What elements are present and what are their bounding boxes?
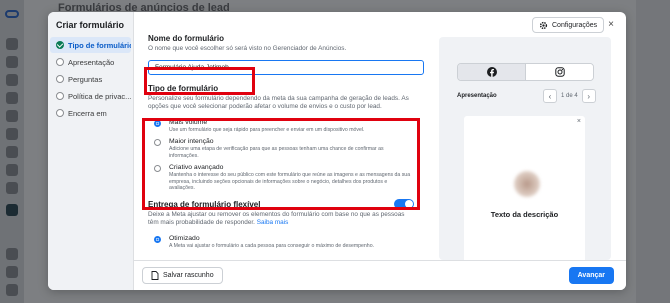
modal-footer: Salvar rascunho Avançar (134, 260, 626, 290)
chart-icon[interactable] (6, 128, 18, 140)
option-rich-creative[interactable]: Criativo avançado Mantenha o interesse d… (148, 164, 414, 191)
form-name-description: O nome que você escolher só será visto n… (148, 45, 347, 52)
empty-circle-icon (56, 92, 64, 100)
option-description: Use um formulário que seja rápido para p… (169, 127, 365, 133)
card-close-icon: × (576, 118, 581, 125)
close-icon[interactable]: × (604, 18, 618, 32)
card-description-text: Texto da descrição (490, 210, 559, 219)
platform-switcher (457, 63, 594, 81)
option-description: A Meta vai ajustar o formulário a cada p… (169, 243, 375, 250)
instagram-icon (554, 67, 565, 77)
preview-area: Apresentação ‹ 1 de 4 › × Texto da descr… (439, 37, 611, 285)
menu-icon[interactable] (6, 204, 18, 216)
grid-icon[interactable] (6, 38, 18, 50)
save-draft-button[interactable]: Salvar rascunho (142, 267, 223, 284)
empty-circle-icon (56, 75, 64, 83)
radio-unselected[interactable] (154, 165, 161, 173)
sidebar-item-label: Encerra em (68, 108, 107, 118)
target-icon[interactable] (6, 110, 18, 122)
settings-button-label: Configurações (552, 21, 598, 29)
meta-logo-icon (5, 10, 19, 18)
preview-section-label: Apresentação (457, 93, 497, 99)
save-draft-label: Salvar rascunho (163, 272, 214, 279)
form-type-description: Personalize seu formulário dependendo da… (148, 95, 409, 110)
empty-circle-icon (56, 109, 64, 117)
option-optimized[interactable]: Otimizado A Meta vai ajustar o formulári… (148, 235, 414, 249)
form-name-title: Nome do formulário (148, 34, 225, 43)
pager-text: 1 de 4 (561, 93, 578, 99)
option-title: Otimizado (169, 235, 200, 243)
profile-image (514, 171, 540, 197)
tab-facebook[interactable] (458, 64, 525, 80)
preview-panel: Configurações × Apresentação ‹ 1 de 4 › … (426, 12, 626, 285)
document-icon (151, 271, 159, 280)
option-title: Mais volume (169, 119, 208, 126)
check-circle-icon (56, 41, 64, 49)
create-form-modal: Criar formulário Tipo de formulário Apre… (48, 12, 626, 290)
radio-unselected[interactable] (154, 139, 161, 147)
chevron-left-icon[interactable]: ‹ (543, 89, 557, 103)
form-type-title: Tipo de formulário (148, 84, 219, 93)
gear-icon (539, 21, 548, 29)
flexible-delivery-toggle[interactable] (394, 199, 414, 210)
sidebar-item-label: Política de privac... (68, 91, 131, 101)
preview-pager: ‹ 1 de 4 › (543, 89, 596, 103)
empty-circle-icon (56, 58, 64, 66)
sidebar-item-ending[interactable]: Encerra em (50, 105, 131, 121)
form-name-input[interactable] (148, 60, 424, 75)
option-more-volume[interactable]: Mais volume Use um formulário que seja r… (148, 119, 414, 133)
sidebar-item-form-type[interactable]: Tipo de formulário (50, 37, 131, 53)
background-right-panel (636, 0, 670, 303)
app-nav-rail (0, 0, 24, 303)
calendar-icon[interactable] (6, 92, 18, 104)
sidebar-item-label: Tipo de formulário (68, 40, 131, 50)
option-title: Maior intenção (169, 138, 214, 146)
option-title: Criativo avançado (169, 164, 224, 172)
sidebar-item-label: Perguntas (68, 74, 103, 84)
bell-icon[interactable] (6, 74, 18, 86)
facebook-icon (486, 67, 497, 77)
megaphone-icon[interactable] (6, 182, 18, 194)
sidebar-item-label: Apresentação (68, 57, 115, 67)
option-higher-intent[interactable]: Maior intenção Adicione uma etapa de ver… (148, 138, 414, 159)
next-button[interactable]: Avançar (568, 267, 614, 284)
radio-selected[interactable] (154, 120, 161, 127)
option-description: Mantenha o interesse do seu público com … (169, 172, 411, 192)
modal-sidebar: Criar formulário Tipo de formulário Apre… (48, 12, 134, 290)
sidebar-item-intro[interactable]: Apresentação (50, 54, 131, 70)
sidebar-title: Criar formulário (56, 20, 125, 30)
tab-instagram[interactable] (525, 64, 593, 80)
form-settings-panel: Nome do formulário O nome que você escol… (134, 12, 426, 260)
sidebar-item-questions[interactable]: Perguntas (50, 71, 131, 87)
flexible-delivery-title: Entrega de formulário flexível (148, 199, 261, 209)
chevron-right-icon[interactable]: › (581, 89, 596, 103)
sidebar-item-privacy-policy[interactable]: Política de privac... (50, 88, 131, 104)
radio-selected[interactable] (154, 236, 161, 244)
search-icon[interactable] (6, 248, 18, 260)
home-icon[interactable] (6, 56, 18, 68)
flexible-delivery-description: Deixe a Meta ajustar ou remover os eleme… (148, 211, 414, 227)
settings-button[interactable]: Configurações (532, 17, 605, 33)
settings-icon[interactable] (6, 266, 18, 278)
help-icon[interactable] (6, 284, 18, 296)
learn-more-link[interactable]: Saiba mais (257, 219, 289, 226)
people-icon[interactable] (6, 164, 18, 176)
option-description: Adicione uma etapa de verificação para q… (169, 146, 384, 159)
chat-icon[interactable] (6, 146, 18, 158)
